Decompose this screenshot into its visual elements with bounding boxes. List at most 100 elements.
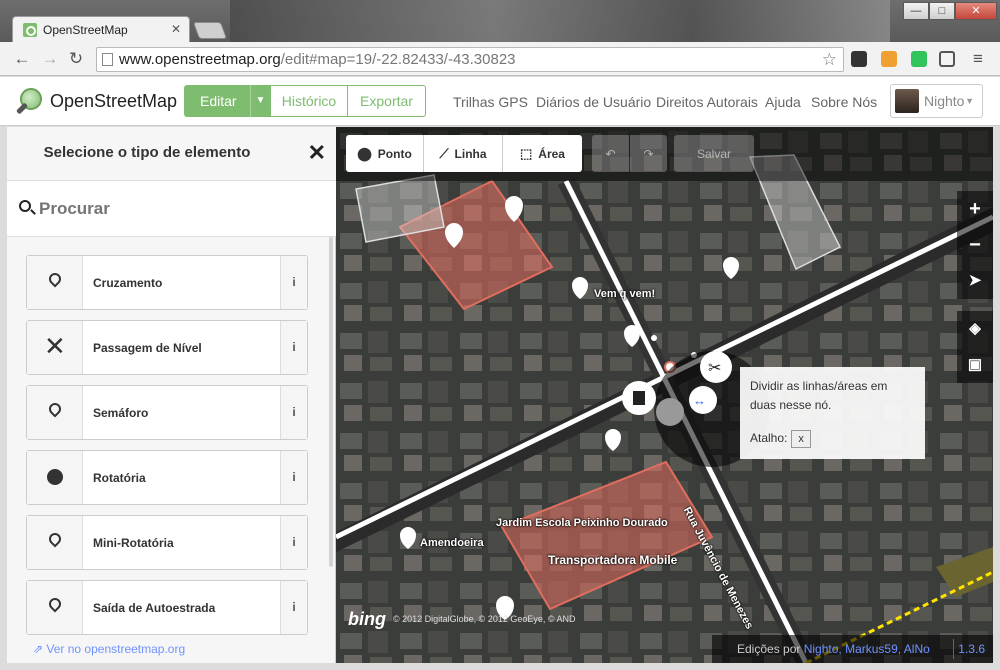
info-icon[interactable]: i xyxy=(280,256,307,309)
osm-logo-icon[interactable] xyxy=(15,88,46,116)
search-icon xyxy=(19,200,31,212)
sidebar-header: Selecione o tipo de elemento ✕ xyxy=(7,127,336,181)
user-name: Nighto xyxy=(924,93,965,109)
nav-help[interactable]: Ajuda xyxy=(765,94,801,110)
sidebar-scrollbar[interactable] xyxy=(329,237,333,567)
preset-label: Rotatória xyxy=(93,471,146,485)
address-bar[interactable]: www.openstreetmap.org/edit#map=19/-22.82… xyxy=(96,47,844,72)
close-window-button[interactable]: ✕ xyxy=(955,2,997,20)
redo-button[interactable]: ↷ xyxy=(630,135,667,172)
sidebar: Selecione o tipo de elemento ✕ Cruzament… xyxy=(7,127,336,663)
preset-mini-roundabout[interactable]: Mini-Rotatória i xyxy=(26,515,308,570)
cast-icon[interactable] xyxy=(939,51,955,67)
menu-icon[interactable]: ≡ xyxy=(968,49,988,69)
nav-user-diaries[interactable]: Diários de Usuário xyxy=(536,94,651,110)
page-icon xyxy=(102,53,113,66)
sidebar-title: Selecione o tipo de elemento xyxy=(43,144,251,161)
bookmark-star-icon[interactable]: ☆ xyxy=(822,48,837,71)
version-label[interactable]: 1.3.6 xyxy=(953,639,989,659)
point-label: Ponto xyxy=(377,146,412,161)
zoom-in-button[interactable]: + xyxy=(957,191,993,227)
add-line-button[interactable]: ⟋ Linha xyxy=(424,135,503,172)
preset-traffic-signals[interactable]: Semáforo i xyxy=(26,385,308,440)
map-label-jardim[interactable]: Jardim Escola Peixinho Dourado xyxy=(496,517,668,529)
layers-icon[interactable]: ◈ xyxy=(957,311,993,347)
back-arrow-icon[interactable]: ← xyxy=(12,49,32,69)
reload-icon[interactable]: ↻ xyxy=(66,49,86,69)
edit-dropdown-caret-icon[interactable]: ▼ xyxy=(250,85,270,117)
info-icon[interactable]: i xyxy=(280,321,307,374)
area-icon: ⬚ xyxy=(520,145,533,161)
titlebar-background xyxy=(230,0,890,42)
bing-logo: bing xyxy=(348,609,386,629)
forward-arrow-icon[interactable]: → xyxy=(40,49,60,69)
save-button[interactable]: Salvar xyxy=(674,135,754,172)
export-button[interactable]: Exportar xyxy=(347,85,426,117)
marker-icon: ⬤ xyxy=(357,145,372,161)
preset-icon-box xyxy=(27,451,83,504)
preset-icon-box xyxy=(27,256,83,309)
preset-label: Saída de Autoestrada xyxy=(93,601,216,615)
new-tab-button[interactable] xyxy=(192,22,228,39)
preset-search xyxy=(7,181,336,237)
search-input[interactable] xyxy=(39,195,319,223)
preset-roundabout[interactable]: Rotatória i xyxy=(26,450,308,505)
url-host: www.openstreetmap.org xyxy=(119,51,281,68)
view-on-osm-link[interactable]: ⇗ Ver no openstreetmap.org xyxy=(33,642,185,656)
preset-crossing[interactable]: Cruzamento i xyxy=(26,255,308,310)
maximize-button[interactable]: □ xyxy=(929,2,955,20)
preset-label: Cruzamento xyxy=(93,276,163,290)
svg-text:↔: ↔ xyxy=(693,393,706,408)
footer-users[interactable]: Nighto, Markus59, AlNo xyxy=(804,642,930,656)
map-canvas[interactable]: ✂ ↔ Vem q vem! Jardim Escola Peixinho Do… xyxy=(336,127,993,663)
pocket-icon[interactable] xyxy=(851,51,867,67)
pin-outline-icon xyxy=(46,595,64,613)
external-link-icon: ⇗ xyxy=(33,642,47,656)
add-point-button[interactable]: ⬤ Ponto xyxy=(346,135,424,172)
osm-header: OpenStreetMap Editar ▼ Histórico Exporta… xyxy=(0,77,1000,126)
preset-icon-box xyxy=(27,516,83,569)
pin-outline-icon xyxy=(46,530,64,548)
info-icon[interactable]: i xyxy=(280,386,307,439)
info-icon[interactable]: i xyxy=(280,451,307,504)
preset-icon-box xyxy=(27,386,83,439)
preset-label: Semáforo xyxy=(93,406,149,420)
undo-button[interactable]: ↶ xyxy=(592,135,629,172)
preset-list: Cruzamento i ✕ Passagem de Nível i Semáf… xyxy=(7,237,336,637)
browser-tab[interactable]: OpenStreetMap ✕ xyxy=(12,16,190,42)
nav-copyright[interactable]: Direitos Autorais xyxy=(656,94,758,110)
brand-title[interactable]: OpenStreetMap xyxy=(50,91,177,112)
osm-extension-icon[interactable] xyxy=(881,51,897,67)
geolocate-icon[interactable]: ➤ xyxy=(957,263,993,299)
line-icon: ⟋ xyxy=(439,145,449,161)
info-icon[interactable]: i xyxy=(280,581,307,634)
x-icon: ✕ xyxy=(44,331,66,361)
minimize-button[interactable]: — xyxy=(903,2,929,20)
user-menu-button[interactable]: Nighto ▼ xyxy=(890,84,983,118)
add-area-button[interactable]: ⬚ Área xyxy=(503,135,582,172)
zoom-out-button[interactable]: − xyxy=(957,227,993,263)
view-on-osm-label: Ver no openstreetmap.org xyxy=(46,642,186,656)
map-label-transportadora[interactable]: Transportadora Mobile xyxy=(548,553,677,567)
preset-motorway-exit[interactable]: Saída de Autoestrada i xyxy=(26,580,308,635)
imagery-attribution[interactable]: © 2012 DigitalGlobe, © 2012 GeoEye, © AN… xyxy=(393,614,576,624)
nav-about[interactable]: Sobre Nós xyxy=(811,94,877,110)
pin-outline-icon xyxy=(46,400,64,418)
nav-gps-traces[interactable]: Trilhas GPS xyxy=(453,94,528,110)
map-label-amendoeira[interactable]: Amendoeira xyxy=(420,537,484,549)
history-button[interactable]: Histórico xyxy=(270,85,348,117)
edit-button[interactable]: Editar ▼ xyxy=(184,85,270,117)
info-icon[interactable]: i xyxy=(280,516,307,569)
edit-label: Editar xyxy=(200,93,237,109)
tab-close-icon[interactable]: ✕ xyxy=(171,22,181,36)
id-extension-icon[interactable] xyxy=(911,51,927,67)
close-icon[interactable]: ✕ xyxy=(308,140,326,166)
preset-level-crossing[interactable]: ✕ Passagem de Nível i xyxy=(26,320,308,375)
map-data-icon[interactable]: ▣ xyxy=(957,347,993,383)
shortcut-key: x xyxy=(791,430,811,448)
preset-label: Mini-Rotatória xyxy=(93,536,174,550)
tab-title: OpenStreetMap xyxy=(43,22,128,37)
preset-icon-box xyxy=(27,581,83,634)
preset-icon-box: ✕ xyxy=(27,321,83,374)
map-label-vem-q-vem[interactable]: Vem q vem! xyxy=(594,288,655,300)
